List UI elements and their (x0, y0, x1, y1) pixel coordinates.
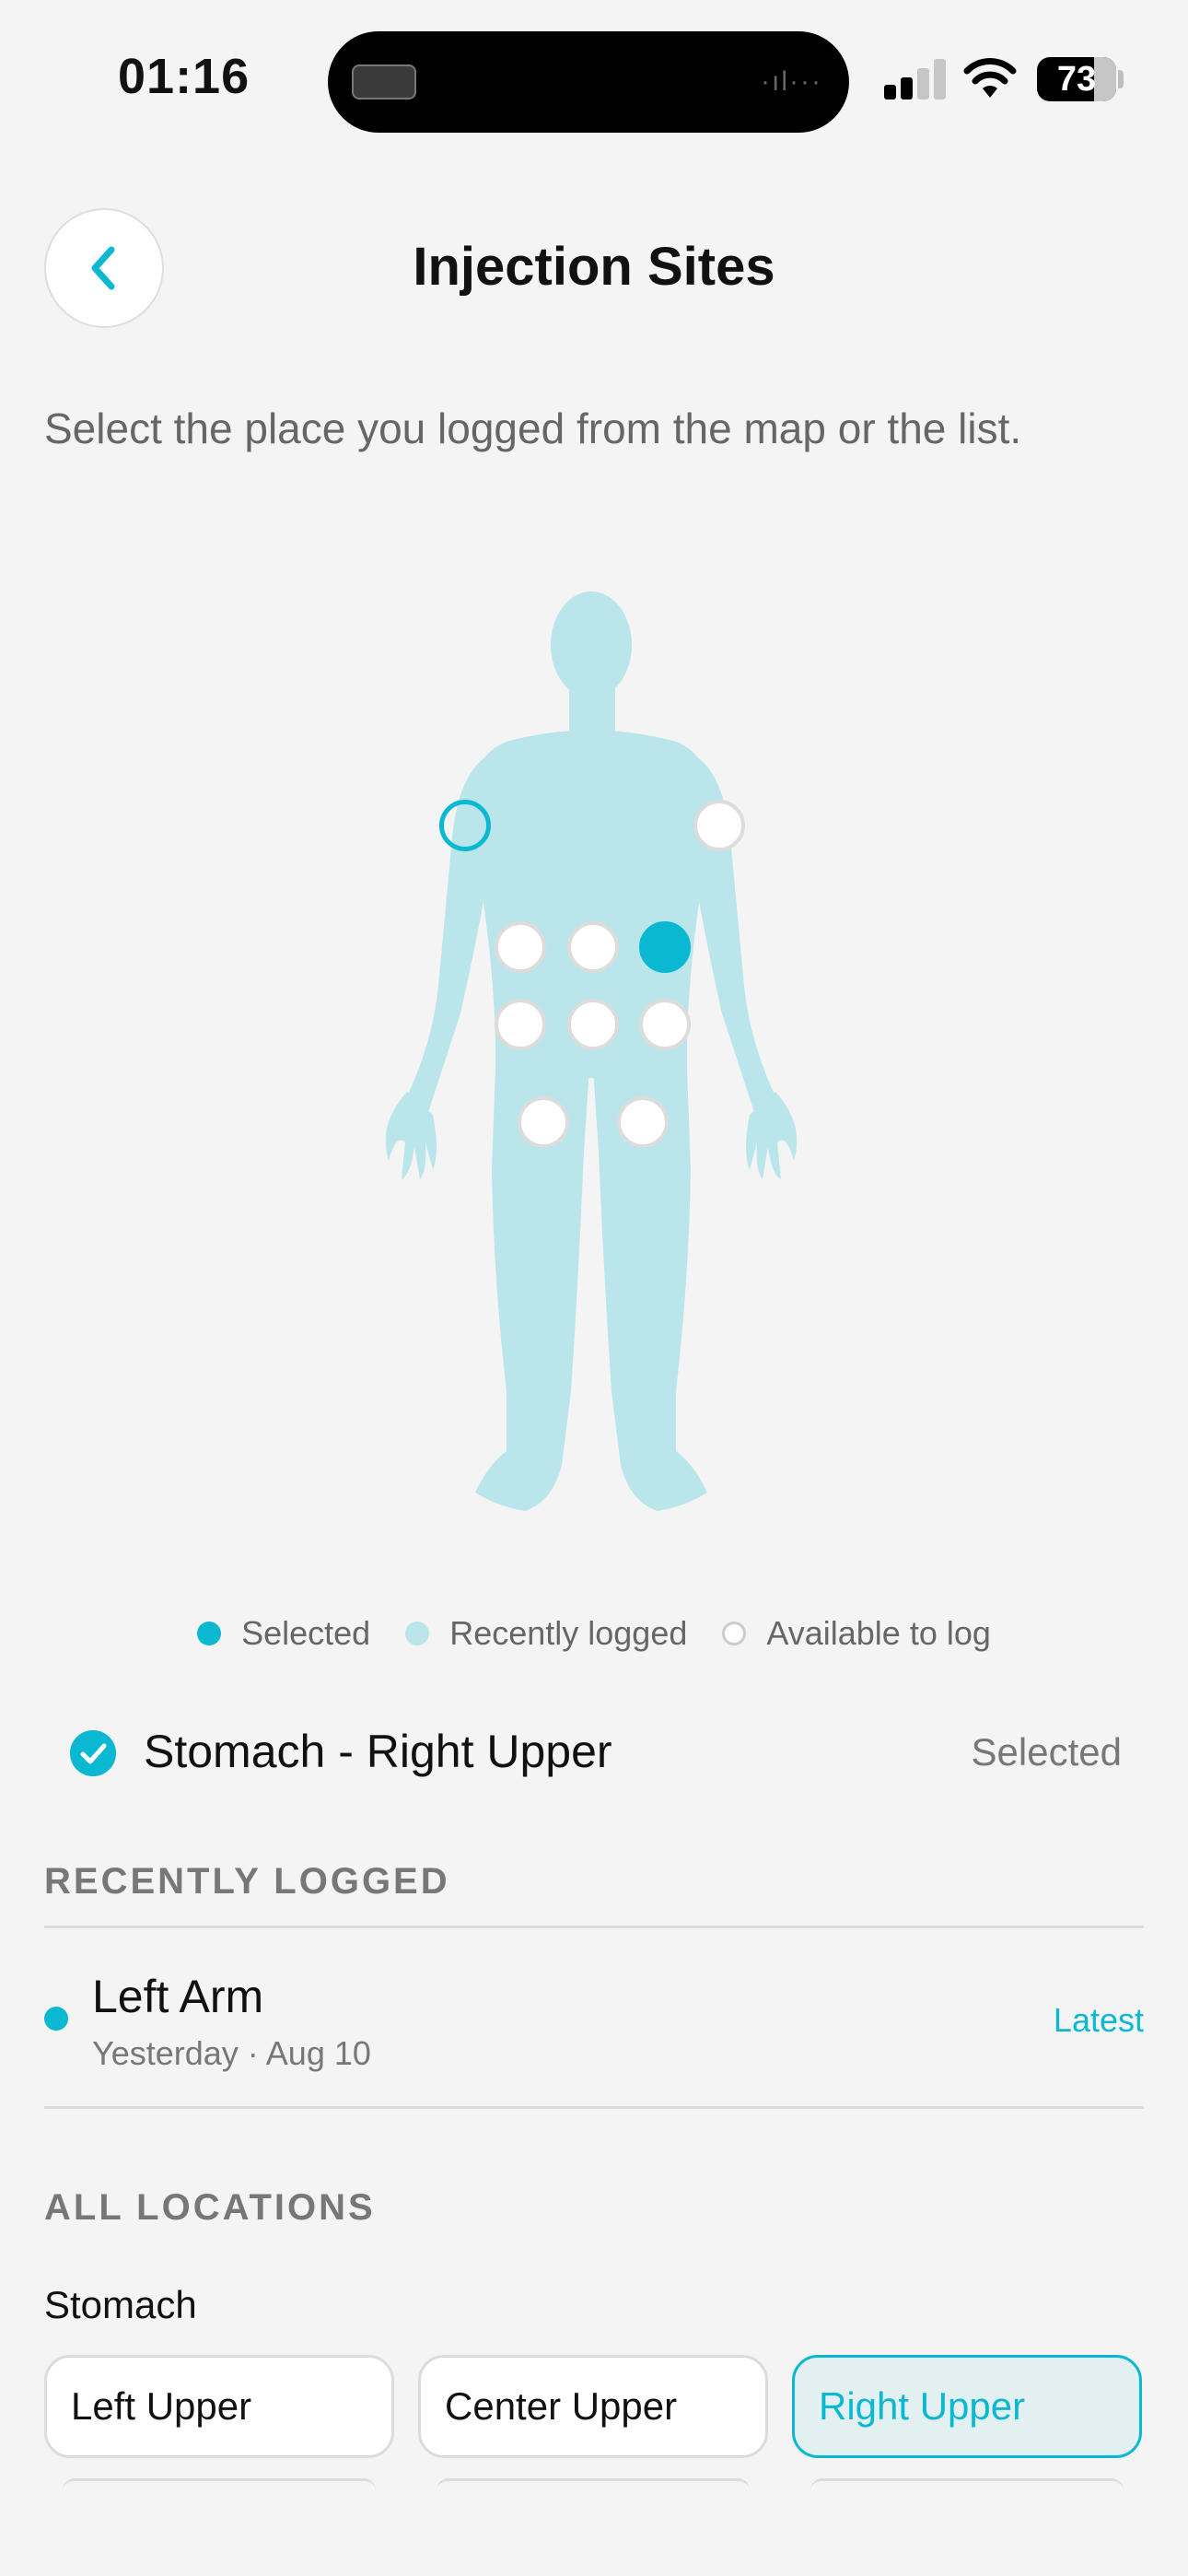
legend-selected-label: Selected (241, 1614, 371, 1652)
recent-item-date: Yesterday · Aug 10 (92, 2034, 371, 2072)
location-chip-center-upper[interactable]: Center Upper (418, 2355, 768, 2458)
recent-dot-icon (405, 1622, 430, 1645)
legend-selected: Selected (197, 1614, 370, 1653)
all-locations-heading: ALL LOCATIONS (44, 2187, 376, 2228)
location-group-stomach: Stomach (44, 2283, 197, 2326)
site-stomach-left-lower[interactable] (495, 999, 546, 1050)
check-circle-icon (70, 1730, 116, 1776)
page-title: Injection Sites (413, 237, 775, 297)
legend-available: Available to log (722, 1614, 991, 1653)
battery-tip (1118, 70, 1124, 88)
site-right-thigh[interactable] (617, 1096, 669, 1148)
selected-dot-icon (197, 1622, 222, 1645)
site-left-thigh[interactable] (518, 1096, 569, 1148)
recent-item-name[interactable]: Left Arm (92, 1970, 263, 2023)
site-stomach-center-upper[interactable] (567, 921, 619, 973)
legend-recent-label: Recently logged (449, 1614, 688, 1652)
location-chip-next-row (63, 2478, 376, 2490)
legend-recent: Recently logged (405, 1614, 687, 1653)
site-stomach-center-lower[interactable] (567, 999, 619, 1050)
location-chip-right-upper[interactable]: Right Upper (792, 2355, 1142, 2458)
battery-icon: 73 (1037, 57, 1116, 101)
legend-available-label: Available to log (766, 1614, 991, 1652)
site-right-arm[interactable] (693, 800, 745, 851)
site-stomach-right-lower[interactable] (639, 999, 691, 1050)
location-chip-next-row (810, 2478, 1124, 2490)
now-playing-thumbnail-icon (352, 64, 416, 100)
page-subtitle: Select the place you logged from the map… (44, 404, 1022, 452)
location-chip-next-row (437, 2478, 750, 2490)
selected-site-status: Selected (971, 1730, 1122, 1774)
body-map-figure (385, 591, 798, 1511)
location-chip-left-upper[interactable]: Left Upper (44, 2355, 394, 2458)
wifi-icon (963, 58, 1017, 98)
audio-waveform-icon: ·ıl··· (761, 66, 822, 97)
recent-dot-icon (44, 2007, 68, 2031)
latest-badge: Latest (1053, 2001, 1144, 2039)
recently-logged-heading: RECENTLY LOGGED (44, 1861, 450, 1902)
site-left-arm[interactable] (439, 800, 491, 851)
cellular-signal-icon (884, 59, 946, 100)
selected-site-label: Stomach - Right Upper (144, 1726, 612, 1777)
battery-percentage: 73 (1056, 60, 1097, 99)
divider (44, 2106, 1144, 2109)
site-stomach-left-upper[interactable] (495, 921, 546, 973)
divider (44, 1926, 1144, 1928)
available-dot-icon (722, 1622, 747, 1645)
site-stomach-right-upper[interactable] (639, 921, 691, 973)
status-time: 01:16 (118, 49, 250, 104)
map-legend: Selected Recently logged Available to lo… (0, 1614, 1188, 1653)
